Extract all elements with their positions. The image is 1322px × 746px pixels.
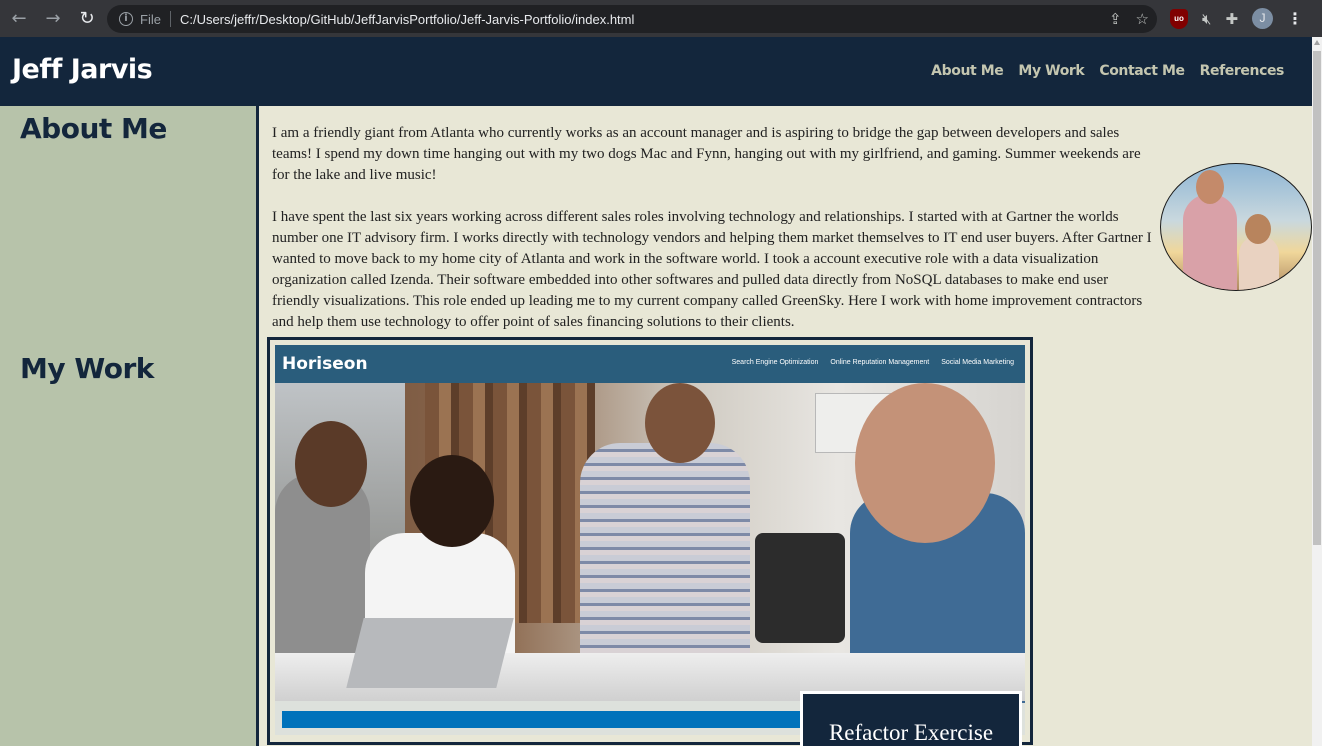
screenshot-logo: Horiseon bbox=[282, 354, 368, 374]
site-nav: About Me My Work Contact Me References bbox=[931, 63, 1284, 79]
screenshot-header: Horiseon Search Engine Optimization Onli… bbox=[275, 345, 1025, 383]
extensions-puzzle-icon[interactable]: ✚ bbox=[1225, 10, 1238, 28]
project-card-refactor[interactable]: Horiseon Search Engine Optimization Onli… bbox=[267, 337, 1033, 745]
nav-link-my-work[interactable]: My Work bbox=[1018, 63, 1084, 79]
back-arrow-icon[interactable]: ← bbox=[4, 4, 34, 34]
screenshot-nav-item: Search Engine Optimization bbox=[731, 359, 819, 366]
page-viewport: Jeff Jarvis About Me My Work Contact Me … bbox=[0, 37, 1312, 746]
reload-icon[interactable]: ↻ bbox=[72, 4, 102, 34]
screenshot-nav: Search Engine Optimization Online Reputa… bbox=[732, 359, 1014, 366]
bookmark-star-icon[interactable]: ☆ bbox=[1136, 9, 1149, 29]
screenshot-nav-item: Online Reputation Management bbox=[830, 359, 930, 366]
screenshot-nav-item: Social Media Marketing bbox=[941, 359, 1014, 366]
scroll-thumb[interactable] bbox=[1313, 51, 1321, 545]
profile-photo bbox=[1160, 163, 1312, 291]
about-paragraph-career: I have spent the last six years working … bbox=[272, 209, 1152, 330]
nav-link-references[interactable]: References bbox=[1200, 63, 1285, 79]
sidebar: About Me My Work bbox=[0, 106, 259, 746]
browser-menu-icon[interactable]: ⋮ bbox=[1287, 9, 1303, 28]
ublock-extension-icon[interactable]: uo bbox=[1170, 8, 1188, 29]
about-me-heading: About Me bbox=[20, 112, 167, 145]
my-work-heading: My Work bbox=[20, 352, 154, 385]
nav-link-contact-me[interactable]: Contact Me bbox=[1099, 63, 1185, 79]
address-bar[interactable]: i File C:/Users/jeffr/Desktop/GitHub/Jef… bbox=[107, 5, 1157, 33]
about-content: I am a friendly giant from Atlanta who c… bbox=[272, 123, 1152, 354]
browser-toolbar: ← → ↻ i File C:/Users/jeffr/Desktop/GitH… bbox=[0, 0, 1322, 37]
site-title: Jeff Jarvis bbox=[12, 54, 153, 85]
screenshot-hero-image bbox=[275, 383, 1025, 703]
forward-arrow-icon[interactable]: → bbox=[38, 4, 68, 34]
share-icon[interactable]: ⇪ bbox=[1109, 9, 1122, 29]
omnibox-divider bbox=[169, 11, 171, 27]
profile-avatar[interactable]: J bbox=[1252, 8, 1274, 29]
project-label-refactor-exercise[interactable]: Refactor Exercise bbox=[800, 691, 1022, 746]
file-scheme-label: File bbox=[140, 11, 161, 27]
project-label-text: Refactor Exercise bbox=[828, 719, 994, 745]
about-paragraph-intro: I am a friendly giant from Atlanta who c… bbox=[272, 125, 1141, 183]
site-header: Jeff Jarvis About Me My Work Contact Me … bbox=[0, 37, 1312, 106]
page-scrollbar[interactable] bbox=[1312, 37, 1322, 746]
url-text[interactable]: C:/Users/jeffr/Desktop/GitHub/JeffJarvis… bbox=[180, 12, 634, 27]
info-icon[interactable]: i bbox=[119, 12, 133, 26]
muted-tab-icon[interactable]: 🔇︎ bbox=[1202, 10, 1211, 28]
nav-link-about-me[interactable]: About Me bbox=[931, 63, 1004, 79]
scroll-up-arrow-icon[interactable] bbox=[1314, 40, 1320, 45]
project-screenshot: Horiseon Search Engine Optimization Onli… bbox=[275, 345, 1025, 735]
